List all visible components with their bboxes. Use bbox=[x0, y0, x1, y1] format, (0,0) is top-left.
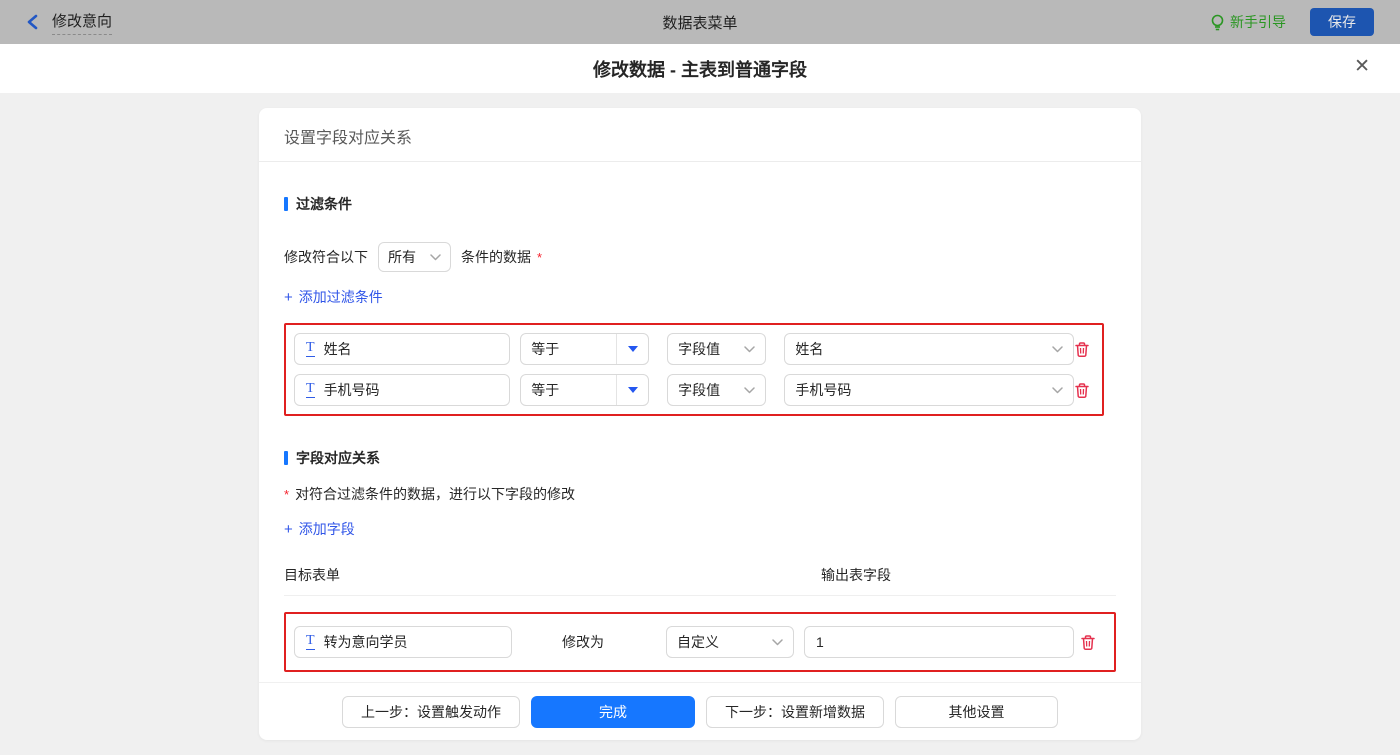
target-field-input-wrap: T bbox=[294, 626, 512, 658]
beginner-guide-link[interactable]: 新手引导 bbox=[1210, 12, 1286, 32]
target-field-input[interactable] bbox=[323, 634, 500, 650]
plus-icon: + bbox=[284, 288, 293, 306]
add-filter-condition-label: 添加过滤条件 bbox=[298, 289, 383, 305]
text-field-icon: T bbox=[306, 381, 315, 398]
back-label[interactable]: 修改意向 bbox=[52, 10, 113, 35]
modify-to-label: 修改为 bbox=[562, 634, 604, 650]
chevron-down-icon bbox=[744, 386, 756, 393]
delete-row-icon[interactable] bbox=[1074, 341, 1090, 358]
chevron-down-icon bbox=[1052, 386, 1063, 393]
output-type-value: 自定义 bbox=[677, 634, 719, 650]
text-field-icon: T bbox=[306, 340, 315, 357]
section-bar bbox=[284, 197, 288, 211]
card-content: 过滤条件 修改符合以下 所有 条件的数据 * + 添加过滤条件 T 姓名 等于 … bbox=[259, 162, 1141, 682]
topbar-actions: 新手引导 保存 bbox=[1210, 8, 1374, 36]
mapping-column-headers: 目标表单 输出表字段 bbox=[284, 565, 1116, 585]
value-field-value: 姓名 bbox=[795, 341, 824, 357]
filter-section-title: 过滤条件 bbox=[284, 194, 1116, 214]
plus-icon: + bbox=[284, 520, 293, 538]
beginner-guide-label: 新手引导 bbox=[1230, 14, 1286, 30]
mapping-row-highlight-box: T 修改为 自定义 bbox=[284, 612, 1116, 672]
settings-card: 设置字段对应关系 过滤条件 修改符合以下 所有 条件的数据 * + 添加过滤条件… bbox=[259, 108, 1141, 740]
filter-section-title-text: 过滤条件 bbox=[296, 196, 352, 212]
value-type-value: 字段值 bbox=[678, 382, 721, 398]
done-button[interactable]: 完成 bbox=[531, 695, 695, 728]
mapping-description: 对符合过滤条件的数据，进行以下字段的修改 bbox=[295, 486, 576, 502]
add-field-label: 添加字段 bbox=[298, 521, 355, 537]
operator-select[interactable]: 等于 bbox=[520, 333, 650, 365]
modal-header: 修改数据 - 主表到普通字段 ✕ bbox=[0, 44, 1400, 94]
chevron-down-icon bbox=[430, 253, 441, 260]
mapping-section-title: 字段对应关系 bbox=[284, 448, 1116, 468]
match-condition-row: 修改符合以下 所有 条件的数据 * bbox=[284, 242, 1116, 272]
filter-field-input-wrap: T bbox=[294, 333, 511, 365]
required-mark: * bbox=[284, 486, 290, 502]
filter-row: T 等于 字段值 手机号码 bbox=[294, 374, 1102, 406]
chevron-down-icon bbox=[1052, 345, 1063, 352]
output-type-select[interactable]: 自定义 bbox=[666, 626, 794, 658]
caret-down-icon bbox=[627, 387, 638, 393]
value-type-select[interactable]: 字段值 bbox=[667, 374, 767, 406]
mapping-section-title-text: 字段对应关系 bbox=[296, 450, 380, 466]
card-header: 设置字段对应关系 bbox=[259, 108, 1141, 162]
chevron-down-icon bbox=[744, 345, 756, 352]
delete-row-icon[interactable] bbox=[1080, 634, 1096, 651]
value-field-value: 手机号码 bbox=[795, 382, 852, 398]
operator-caret-zone[interactable] bbox=[616, 334, 648, 364]
column-divider bbox=[284, 595, 1116, 596]
next-step-button[interactable]: 下一步：设置新增数据 bbox=[706, 695, 884, 728]
filter-field-input[interactable] bbox=[323, 341, 499, 357]
required-mark: * bbox=[537, 249, 543, 265]
value-field-select[interactable]: 手机号码 bbox=[784, 374, 1074, 406]
value-field-select[interactable]: 姓名 bbox=[784, 333, 1074, 365]
chevron-down-icon bbox=[772, 638, 783, 645]
save-button[interactable]: 保存 bbox=[1310, 8, 1374, 36]
operator-value: 等于 bbox=[531, 341, 560, 357]
text-field-icon: T bbox=[306, 633, 315, 650]
topbar: 修改意向 数据表菜单 新手引导 保存 bbox=[0, 0, 1400, 44]
filter-field-input[interactable] bbox=[323, 382, 499, 398]
other-settings-button[interactable]: 其他设置 bbox=[895, 695, 1058, 728]
caret-down-icon bbox=[627, 346, 638, 352]
match-type-select[interactable]: 所有 bbox=[378, 242, 451, 272]
column-header-output-field: 输出表字段 bbox=[821, 567, 891, 583]
match-prefix: 修改符合以下 bbox=[284, 249, 368, 265]
lightbulb-icon bbox=[1210, 14, 1225, 31]
prev-step-button[interactable]: 上一步：设置触发动作 bbox=[342, 695, 520, 728]
operator-caret-zone[interactable] bbox=[616, 375, 648, 405]
add-filter-condition-link[interactable]: + 添加过滤条件 bbox=[284, 287, 383, 307]
modal-body: 设置字段对应关系 过滤条件 修改符合以下 所有 条件的数据 * + 添加过滤条件… bbox=[0, 94, 1400, 755]
page-title: 数据表菜单 bbox=[662, 14, 738, 32]
chevron-left-icon[interactable] bbox=[26, 14, 40, 30]
mapping-description-row: * 对符合过滤条件的数据，进行以下字段的修改 bbox=[284, 484, 1116, 504]
mapping-row: T 修改为 自定义 bbox=[294, 626, 1114, 658]
modal-title: 修改数据 - 主表到普通字段 bbox=[593, 59, 807, 80]
value-type-select[interactable]: 字段值 bbox=[667, 333, 767, 365]
filter-field-input-wrap: T bbox=[294, 374, 511, 406]
operator-value: 等于 bbox=[531, 382, 560, 398]
topbar-back[interactable]: 修改意向 bbox=[26, 10, 113, 35]
filter-rows-highlight-box: T 等于 字段值 姓名 bbox=[284, 323, 1104, 416]
section-bar bbox=[284, 451, 288, 465]
operator-select[interactable]: 等于 bbox=[520, 374, 650, 406]
custom-value-input[interactable] bbox=[816, 634, 1062, 650]
filter-row: T 等于 字段值 姓名 bbox=[294, 333, 1102, 365]
add-field-link[interactable]: + 添加字段 bbox=[284, 519, 355, 539]
screen: 修改意向 数据表菜单 新手引导 保存 修改数据 - 主表到普通字段 ✕ 设置字段… bbox=[0, 0, 1400, 755]
match-type-value: 所有 bbox=[388, 249, 416, 265]
column-header-target-form: 目标表单 bbox=[284, 567, 340, 583]
custom-value-input-wrap bbox=[804, 626, 1074, 658]
close-icon[interactable]: ✕ bbox=[1354, 57, 1370, 76]
card-footer: 上一步：设置触发动作 完成 下一步：设置新增数据 其他设置 bbox=[259, 682, 1141, 740]
match-suffix: 条件的数据 bbox=[461, 249, 531, 265]
delete-row-icon[interactable] bbox=[1074, 382, 1090, 399]
value-type-value: 字段值 bbox=[678, 341, 721, 357]
